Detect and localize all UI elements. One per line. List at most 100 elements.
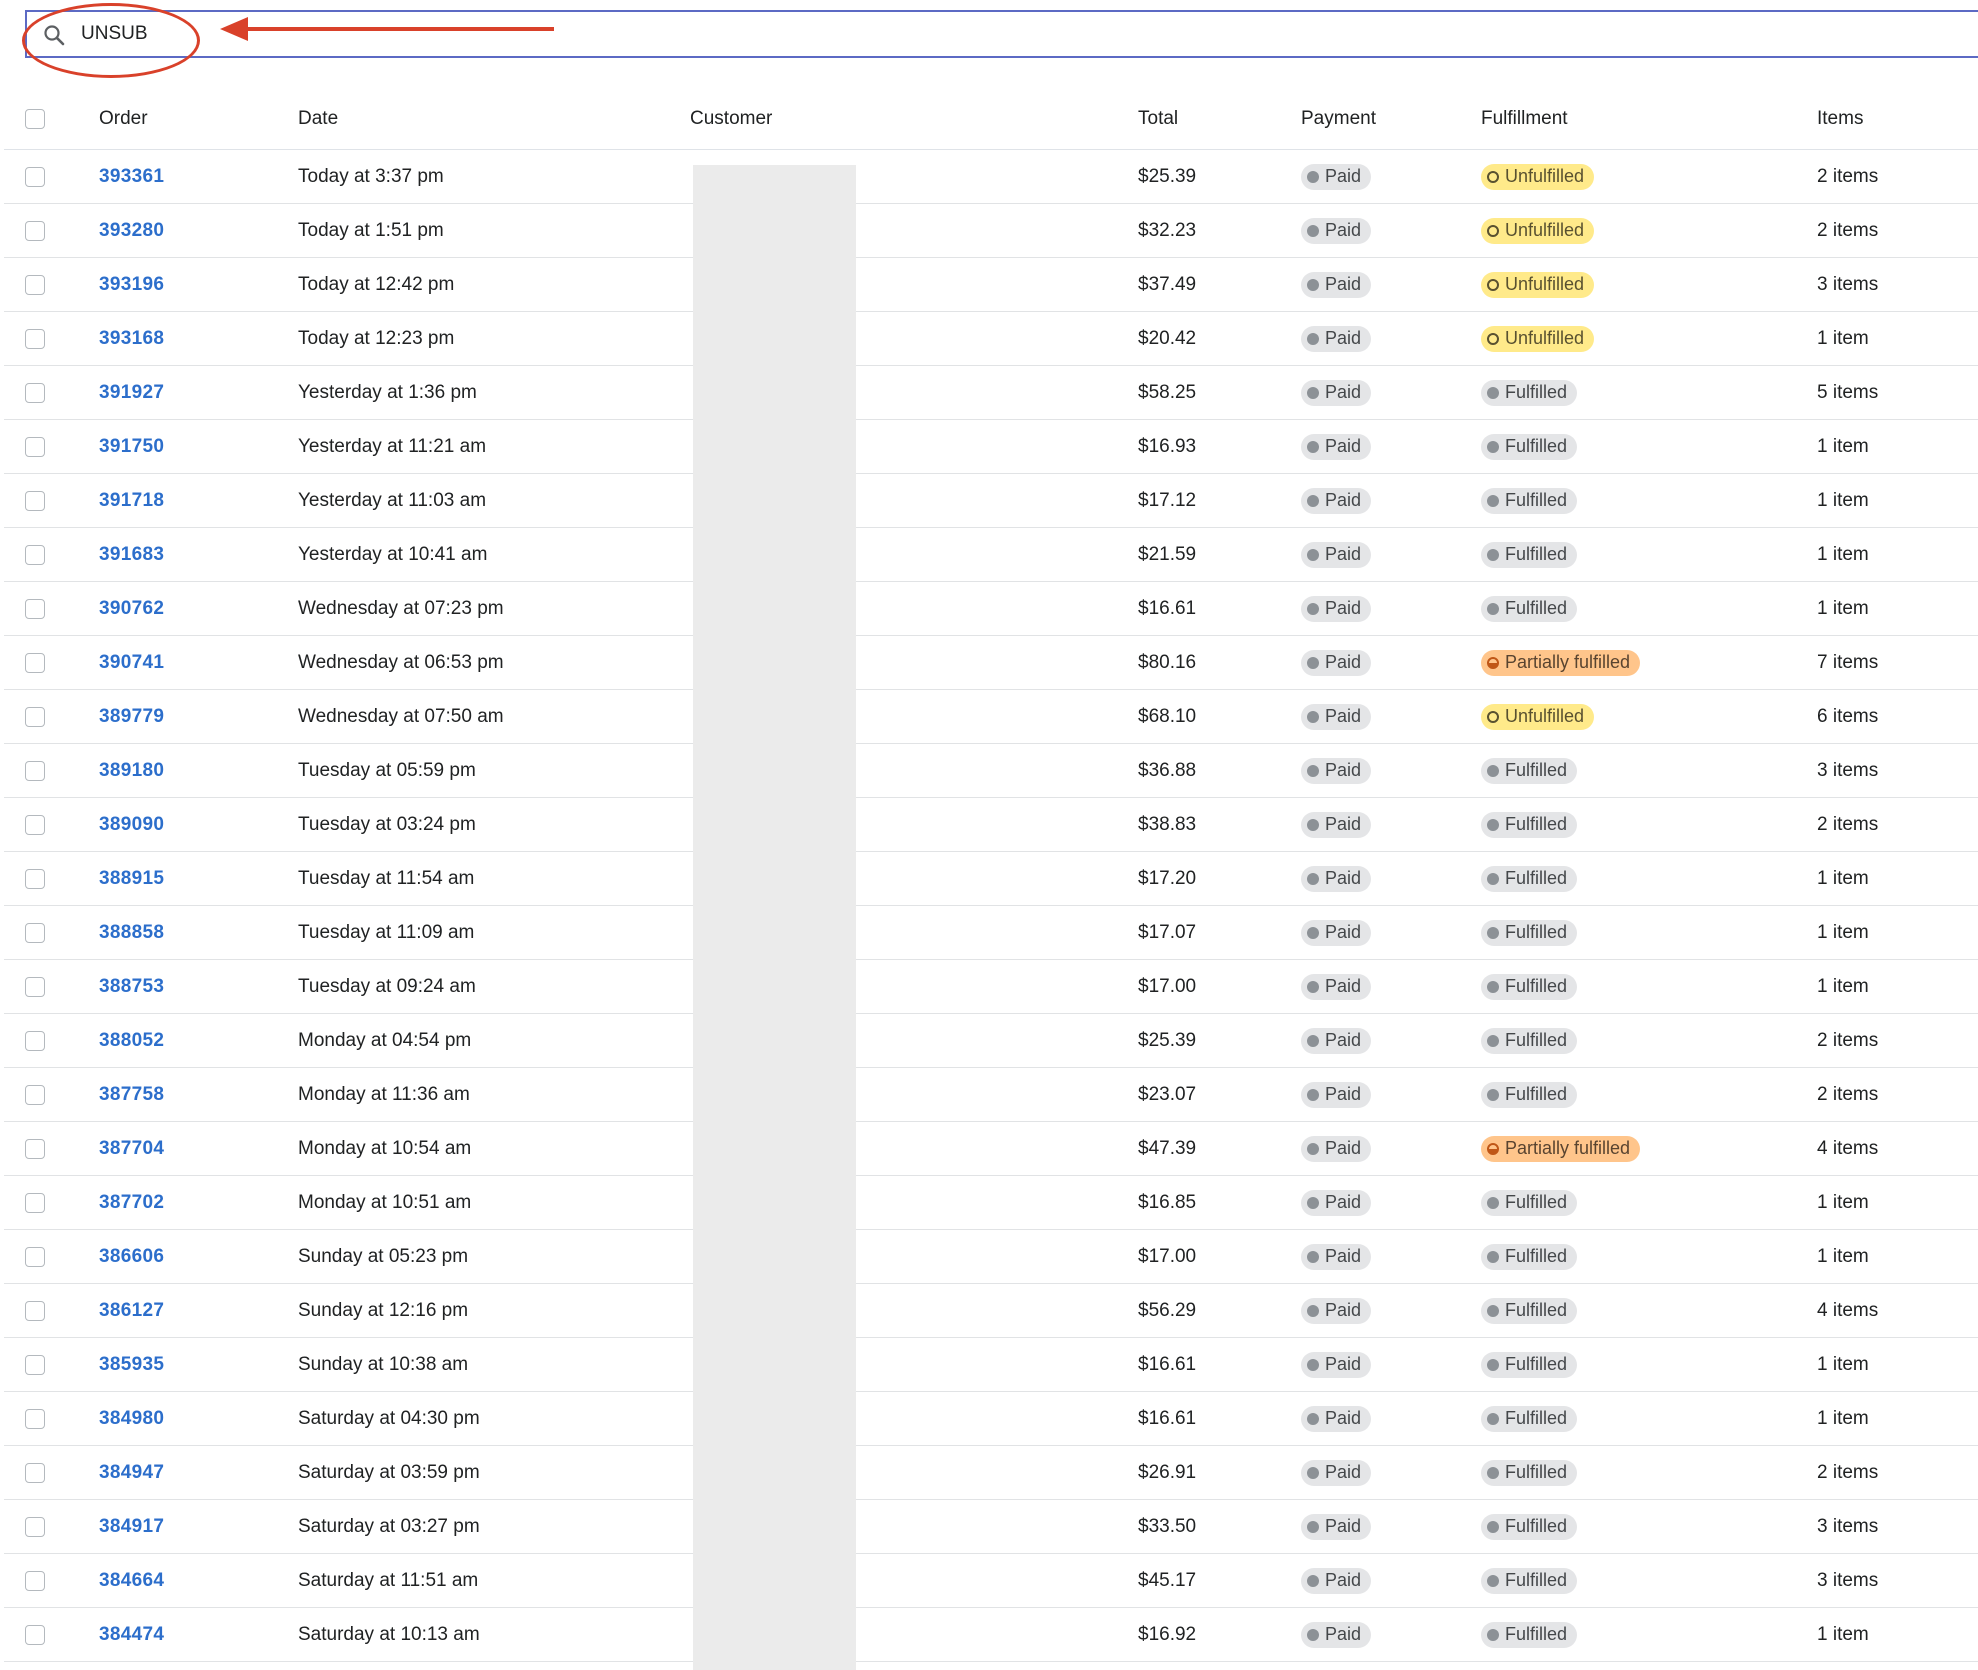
order-number-link[interactable]: 384947: [99, 1462, 164, 1484]
order-number-link[interactable]: 393168: [99, 328, 164, 350]
order-number-link[interactable]: 393280: [99, 220, 164, 242]
order-number-link[interactable]: 388052: [99, 1030, 164, 1052]
table-row[interactable]: 387702 Monday at 10:51 am $16.85 Paid Fulfil…: [4, 1176, 1978, 1230]
order-number-link[interactable]: 387758: [99, 1084, 164, 1106]
order-number-link[interactable]: 388858: [99, 922, 164, 944]
order-number-link[interactable]: 386606: [99, 1246, 164, 1268]
order-number-link[interactable]: 393361: [99, 166, 164, 188]
status-dot-icon: [1307, 224, 1319, 237]
table-row[interactable]: 389779 Wednesday at 07:50 am $68.10 Paid Unf…: [4, 690, 1978, 744]
table-row[interactable]: 385935 Sunday at 10:38 am $16.61 Paid Fulfil…: [4, 1338, 1978, 1392]
table-row[interactable]: 384474 Saturday at 10:13 am $16.92 Paid Fulf…: [4, 1608, 1978, 1662]
table-row[interactable]: 390741 Wednesday at 06:53 pm $80.16 Paid Par…: [4, 636, 1978, 690]
order-number-link[interactable]: 384474: [99, 1624, 164, 1646]
row-checkbox[interactable]: [25, 706, 45, 727]
row-checkbox[interactable]: [25, 1030, 45, 1051]
row-checkbox[interactable]: [25, 976, 45, 997]
header-payment[interactable]: Payment: [1301, 88, 1376, 149]
table-row[interactable]: 391750 Yesterday at 11:21 am $16.93 Paid Ful…: [4, 420, 1978, 474]
row-checkbox[interactable]: [25, 868, 45, 889]
row-checkbox[interactable]: [25, 1408, 45, 1429]
order-number-link[interactable]: 384980: [99, 1408, 164, 1430]
table-row[interactable]: 384664 Saturday at 11:51 am $45.17 Paid Fulf…: [4, 1554, 1978, 1608]
row-checkbox[interactable]: [25, 652, 45, 673]
row-checkbox[interactable]: [25, 1300, 45, 1321]
order-number-link[interactable]: 384917: [99, 1516, 164, 1538]
table-row[interactable]: 393361 Today at 3:37 pm $25.39 Paid Unfulfil…: [4, 150, 1978, 204]
order-number-link[interactable]: 388753: [99, 976, 164, 998]
table-row[interactable]: 393196 Today at 12:42 pm $37.49 Paid Unfulfi…: [4, 258, 1978, 312]
order-total: $16.61: [1138, 1407, 1197, 1429]
order-number-link[interactable]: 390741: [99, 652, 164, 674]
order-date: Saturday at 04:30 pm: [298, 1407, 480, 1429]
header-total[interactable]: Total: [1138, 88, 1178, 149]
order-number-link[interactable]: 384664: [99, 1570, 164, 1592]
order-number-link[interactable]: 385935: [99, 1354, 164, 1376]
table-row[interactable]: 393280 Today at 1:51 pm $32.23 Paid Unfulfil…: [4, 204, 1978, 258]
order-items-count: 2 items: [1817, 1461, 1879, 1483]
header-fulfillment[interactable]: Fulfillment: [1481, 88, 1568, 149]
row-checkbox[interactable]: [25, 1516, 45, 1537]
row-checkbox[interactable]: [25, 1084, 45, 1105]
order-number-link[interactable]: 391927: [99, 382, 164, 404]
header-order[interactable]: Order: [99, 88, 148, 149]
row-checkbox[interactable]: [25, 1354, 45, 1375]
order-number-link[interactable]: 389090: [99, 814, 164, 836]
select-all-checkbox[interactable]: [25, 108, 45, 129]
order-number-link[interactable]: 387704: [99, 1138, 164, 1160]
table-row[interactable]: 391683 Yesterday at 10:41 am $21.59 Paid Ful…: [4, 528, 1978, 582]
header-items[interactable]: Items: [1817, 88, 1863, 149]
order-number-link[interactable]: 393196: [99, 274, 164, 296]
row-checkbox[interactable]: [25, 922, 45, 943]
table-row[interactable]: 391718 Yesterday at 11:03 am $17.12 Paid Ful…: [4, 474, 1978, 528]
row-checkbox[interactable]: [25, 1570, 45, 1591]
row-checkbox[interactable]: [25, 1624, 45, 1645]
order-number-link[interactable]: 391750: [99, 436, 164, 458]
row-checkbox[interactable]: [25, 544, 45, 565]
payment-status-label: Paid: [1325, 1030, 1362, 1050]
table-row[interactable]: 390762 Wednesday at 07:23 pm $16.61 Paid Ful…: [4, 582, 1978, 636]
row-checkbox[interactable]: [25, 598, 45, 619]
header-customer[interactable]: Customer: [690, 88, 772, 149]
table-row[interactable]: 393168 Today at 12:23 pm $20.42 Paid Unfulfi…: [4, 312, 1978, 366]
table-row[interactable]: 389090 Tuesday at 03:24 pm $38.83 Paid Fulfi…: [4, 798, 1978, 852]
row-checkbox[interactable]: [25, 1246, 45, 1267]
table-row[interactable]: 389180 Tuesday at 05:59 pm $36.88 Paid Fulfi…: [4, 744, 1978, 798]
fulfillment-status-label: Fulfilled: [1505, 1462, 1568, 1482]
table-row[interactable]: 388915 Tuesday at 11:54 am $17.20 Paid Fulfi…: [4, 852, 1978, 906]
table-row[interactable]: 386127 Sunday at 12:16 pm $56.29 Paid Fulfil…: [4, 1284, 1978, 1338]
order-number-link[interactable]: 391718: [99, 490, 164, 512]
row-checkbox[interactable]: [25, 328, 45, 349]
table-row[interactable]: 384947 Saturday at 03:59 pm $26.91 Paid Fulf…: [4, 1446, 1978, 1500]
row-checkbox[interactable]: [25, 1192, 45, 1213]
order-number-link[interactable]: 389779: [99, 706, 164, 728]
row-checkbox[interactable]: [25, 220, 45, 241]
row-checkbox[interactable]: [25, 274, 45, 295]
table-row[interactable]: 386606 Sunday at 05:23 pm $17.00 Paid Fulfil…: [4, 1230, 1978, 1284]
table-row[interactable]: 384980 Saturday at 04:30 pm $16.61 Paid Fulf…: [4, 1392, 1978, 1446]
row-checkbox[interactable]: [25, 1462, 45, 1483]
fulfillment-status-label: Fulfilled: [1505, 1570, 1568, 1590]
order-number-link[interactable]: 388915: [99, 868, 164, 890]
row-checkbox[interactable]: [25, 382, 45, 403]
row-checkbox[interactable]: [25, 490, 45, 511]
row-checkbox[interactable]: [25, 760, 45, 781]
order-number-link[interactable]: 391683: [99, 544, 164, 566]
row-checkbox[interactable]: [25, 1138, 45, 1159]
order-number-link[interactable]: 389180: [99, 760, 164, 782]
table-row[interactable]: 387704 Monday at 10:54 am $47.39 Paid Partia…: [4, 1122, 1978, 1176]
table-row[interactable]: 388052 Monday at 04:54 pm $25.39 Paid Fulfil…: [4, 1014, 1978, 1068]
table-row[interactable]: 388858 Tuesday at 11:09 am $17.07 Paid Fulfi…: [4, 906, 1978, 960]
status-dot-icon: [1307, 602, 1319, 615]
order-number-link[interactable]: 387702: [99, 1192, 164, 1214]
table-row[interactable]: 388753 Tuesday at 09:24 am $17.00 Paid Fulfi…: [4, 960, 1978, 1014]
header-date[interactable]: Date: [298, 88, 338, 149]
order-number-link[interactable]: 390762: [99, 598, 164, 620]
table-row[interactable]: 387758 Monday at 11:36 am $23.07 Paid Fulfil…: [4, 1068, 1978, 1122]
row-checkbox[interactable]: [25, 814, 45, 835]
row-checkbox[interactable]: [25, 166, 45, 187]
table-row[interactable]: 384917 Saturday at 03:27 pm $33.50 Paid Fulf…: [4, 1500, 1978, 1554]
table-row[interactable]: 391927 Yesterday at 1:36 pm $58.25 Paid Fulf…: [4, 366, 1978, 420]
order-number-link[interactable]: 386127: [99, 1300, 164, 1322]
row-checkbox[interactable]: [25, 436, 45, 457]
